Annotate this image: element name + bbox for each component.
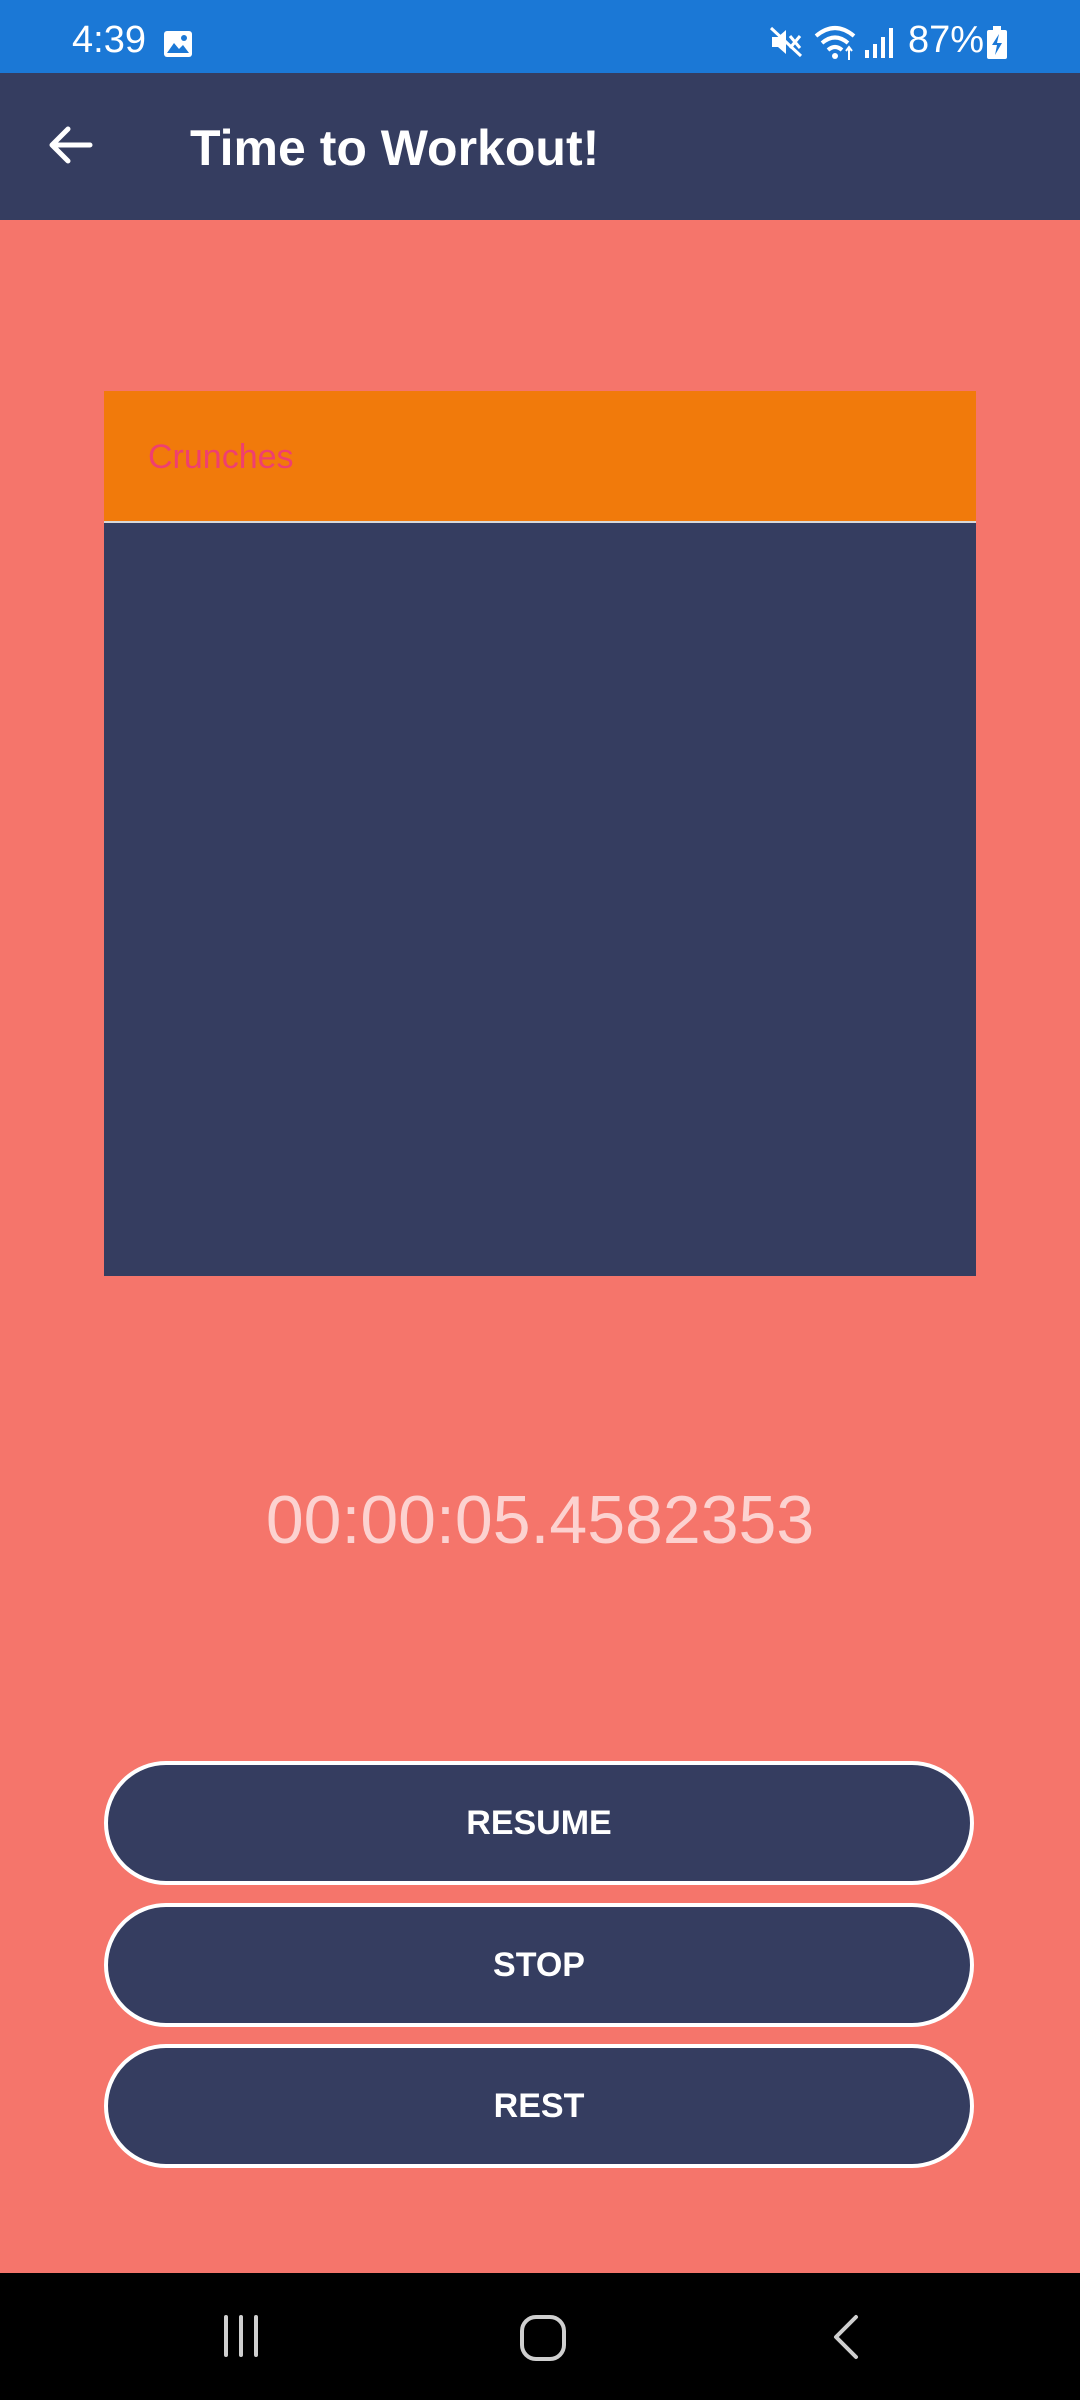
battery-percentage: 87% (908, 19, 985, 61)
gallery-icon (164, 31, 192, 57)
signal-icon (865, 28, 893, 58)
app-bar: Time to Workout! (0, 73, 1080, 220)
mute-icon (769, 26, 803, 58)
battery-charging-icon (987, 26, 1007, 59)
workout-timer: 00:00:05.4582353 (265, 1482, 815, 1558)
stop-button[interactable]: STOP (104, 1903, 974, 2027)
status-time: 4:39 (72, 19, 146, 61)
home-icon[interactable] (518, 2313, 568, 2363)
system-nav-bar (0, 2273, 1080, 2400)
wifi-icon (814, 26, 856, 60)
page-title: Time to Workout! (190, 120, 600, 176)
rest-button[interactable]: REST (104, 2044, 974, 2168)
exercise-card-header: Crunches (104, 391, 976, 523)
back-icon[interactable] (828, 2313, 862, 2361)
recent-apps-icon[interactable] (218, 2313, 264, 2359)
status-bar: 4:39 87% (0, 0, 1080, 73)
exercise-name: Crunches (148, 438, 294, 476)
resume-button[interactable]: RESUME (104, 1761, 974, 1885)
exercise-card: Crunches (104, 391, 976, 1276)
back-arrow-icon[interactable] (40, 113, 104, 177)
